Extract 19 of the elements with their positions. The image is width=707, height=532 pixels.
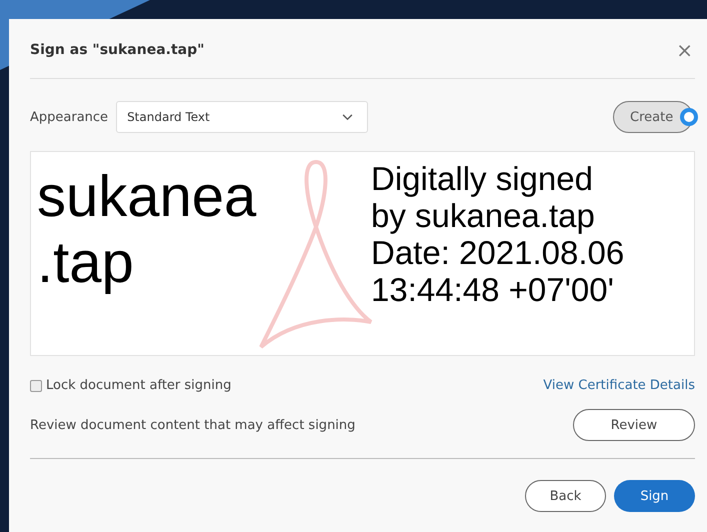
view-certificate-link[interactable]: View Certificate Details (543, 378, 695, 393)
signature-name: sukanea (37, 164, 258, 230)
lock-label: Lock document after signing (46, 378, 232, 393)
back-button[interactable]: Back (525, 480, 606, 512)
signature-detail: Date: 2021.08.06 (371, 234, 624, 271)
signature-detail: Digitally signed (371, 160, 594, 197)
cursor-icon (679, 107, 699, 127)
review-text: Review document content that may affect signing (30, 418, 356, 432)
chevron-down-icon (342, 114, 354, 120)
lock-checkbox[interactable] (30, 380, 42, 392)
close-button[interactable]: × (674, 38, 695, 62)
appearance-dropdown[interactable]: Standard Text (116, 101, 368, 133)
signature-detail: by sukanea.tap (371, 197, 596, 234)
signature-detail: 13:44:48 +07'00' (371, 271, 615, 308)
signature-name: .tap (37, 230, 135, 296)
review-button[interactable]: Review (573, 409, 695, 441)
dialog-title: Sign as "sukanea.tap" (30, 42, 204, 58)
appearance-label: Appearance (30, 110, 108, 124)
sign-button[interactable]: Sign (614, 480, 695, 512)
